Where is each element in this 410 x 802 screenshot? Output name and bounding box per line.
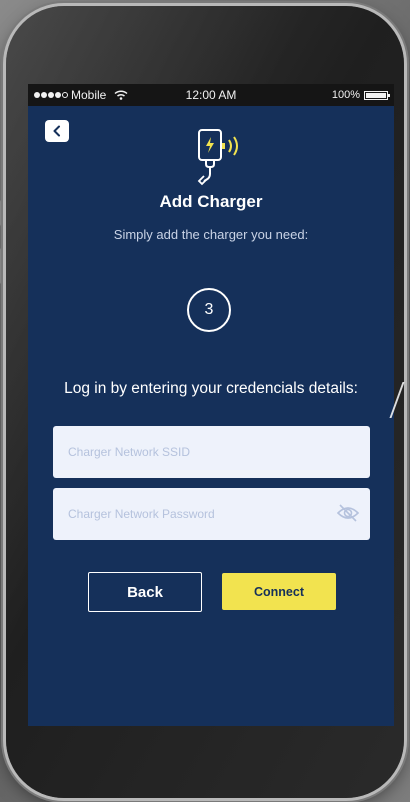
charger-icon bbox=[197, 129, 238, 186]
connect-button[interactable]: Connect bbox=[222, 573, 336, 610]
status-time: 12:00 AM bbox=[185, 88, 237, 102]
step-number: 3 bbox=[204, 301, 214, 318]
eye-off-icon[interactable] bbox=[336, 503, 360, 523]
step-indicator: 3 bbox=[187, 288, 231, 332]
back-button[interactable]: Back bbox=[88, 572, 202, 612]
phone-side-button bbox=[0, 200, 5, 226]
back-arrow-button[interactable] bbox=[45, 120, 69, 142]
ssid-input[interactable]: Charger Network SSID bbox=[53, 426, 370, 478]
phone-volume-up bbox=[0, 248, 5, 284]
login-instruction: Log in by entering your credencials deta… bbox=[64, 380, 358, 397]
page-title: Add Charger bbox=[159, 192, 263, 211]
chevron-left-icon bbox=[53, 125, 60, 137]
page-subtitle: Simply add the charger you need: bbox=[113, 227, 309, 242]
password-placeholder: Charger Network Password bbox=[68, 507, 215, 521]
status-bar: Mobile 12:00 AM 100% bbox=[28, 84, 394, 106]
ssid-placeholder: Charger Network SSID bbox=[68, 445, 191, 459]
battery-icon bbox=[364, 90, 390, 100]
password-input[interactable]: Charger Network Password bbox=[53, 488, 370, 540]
app-screen: Mobile 12:00 AM 100% Add Charger Simply … bbox=[28, 84, 394, 726]
